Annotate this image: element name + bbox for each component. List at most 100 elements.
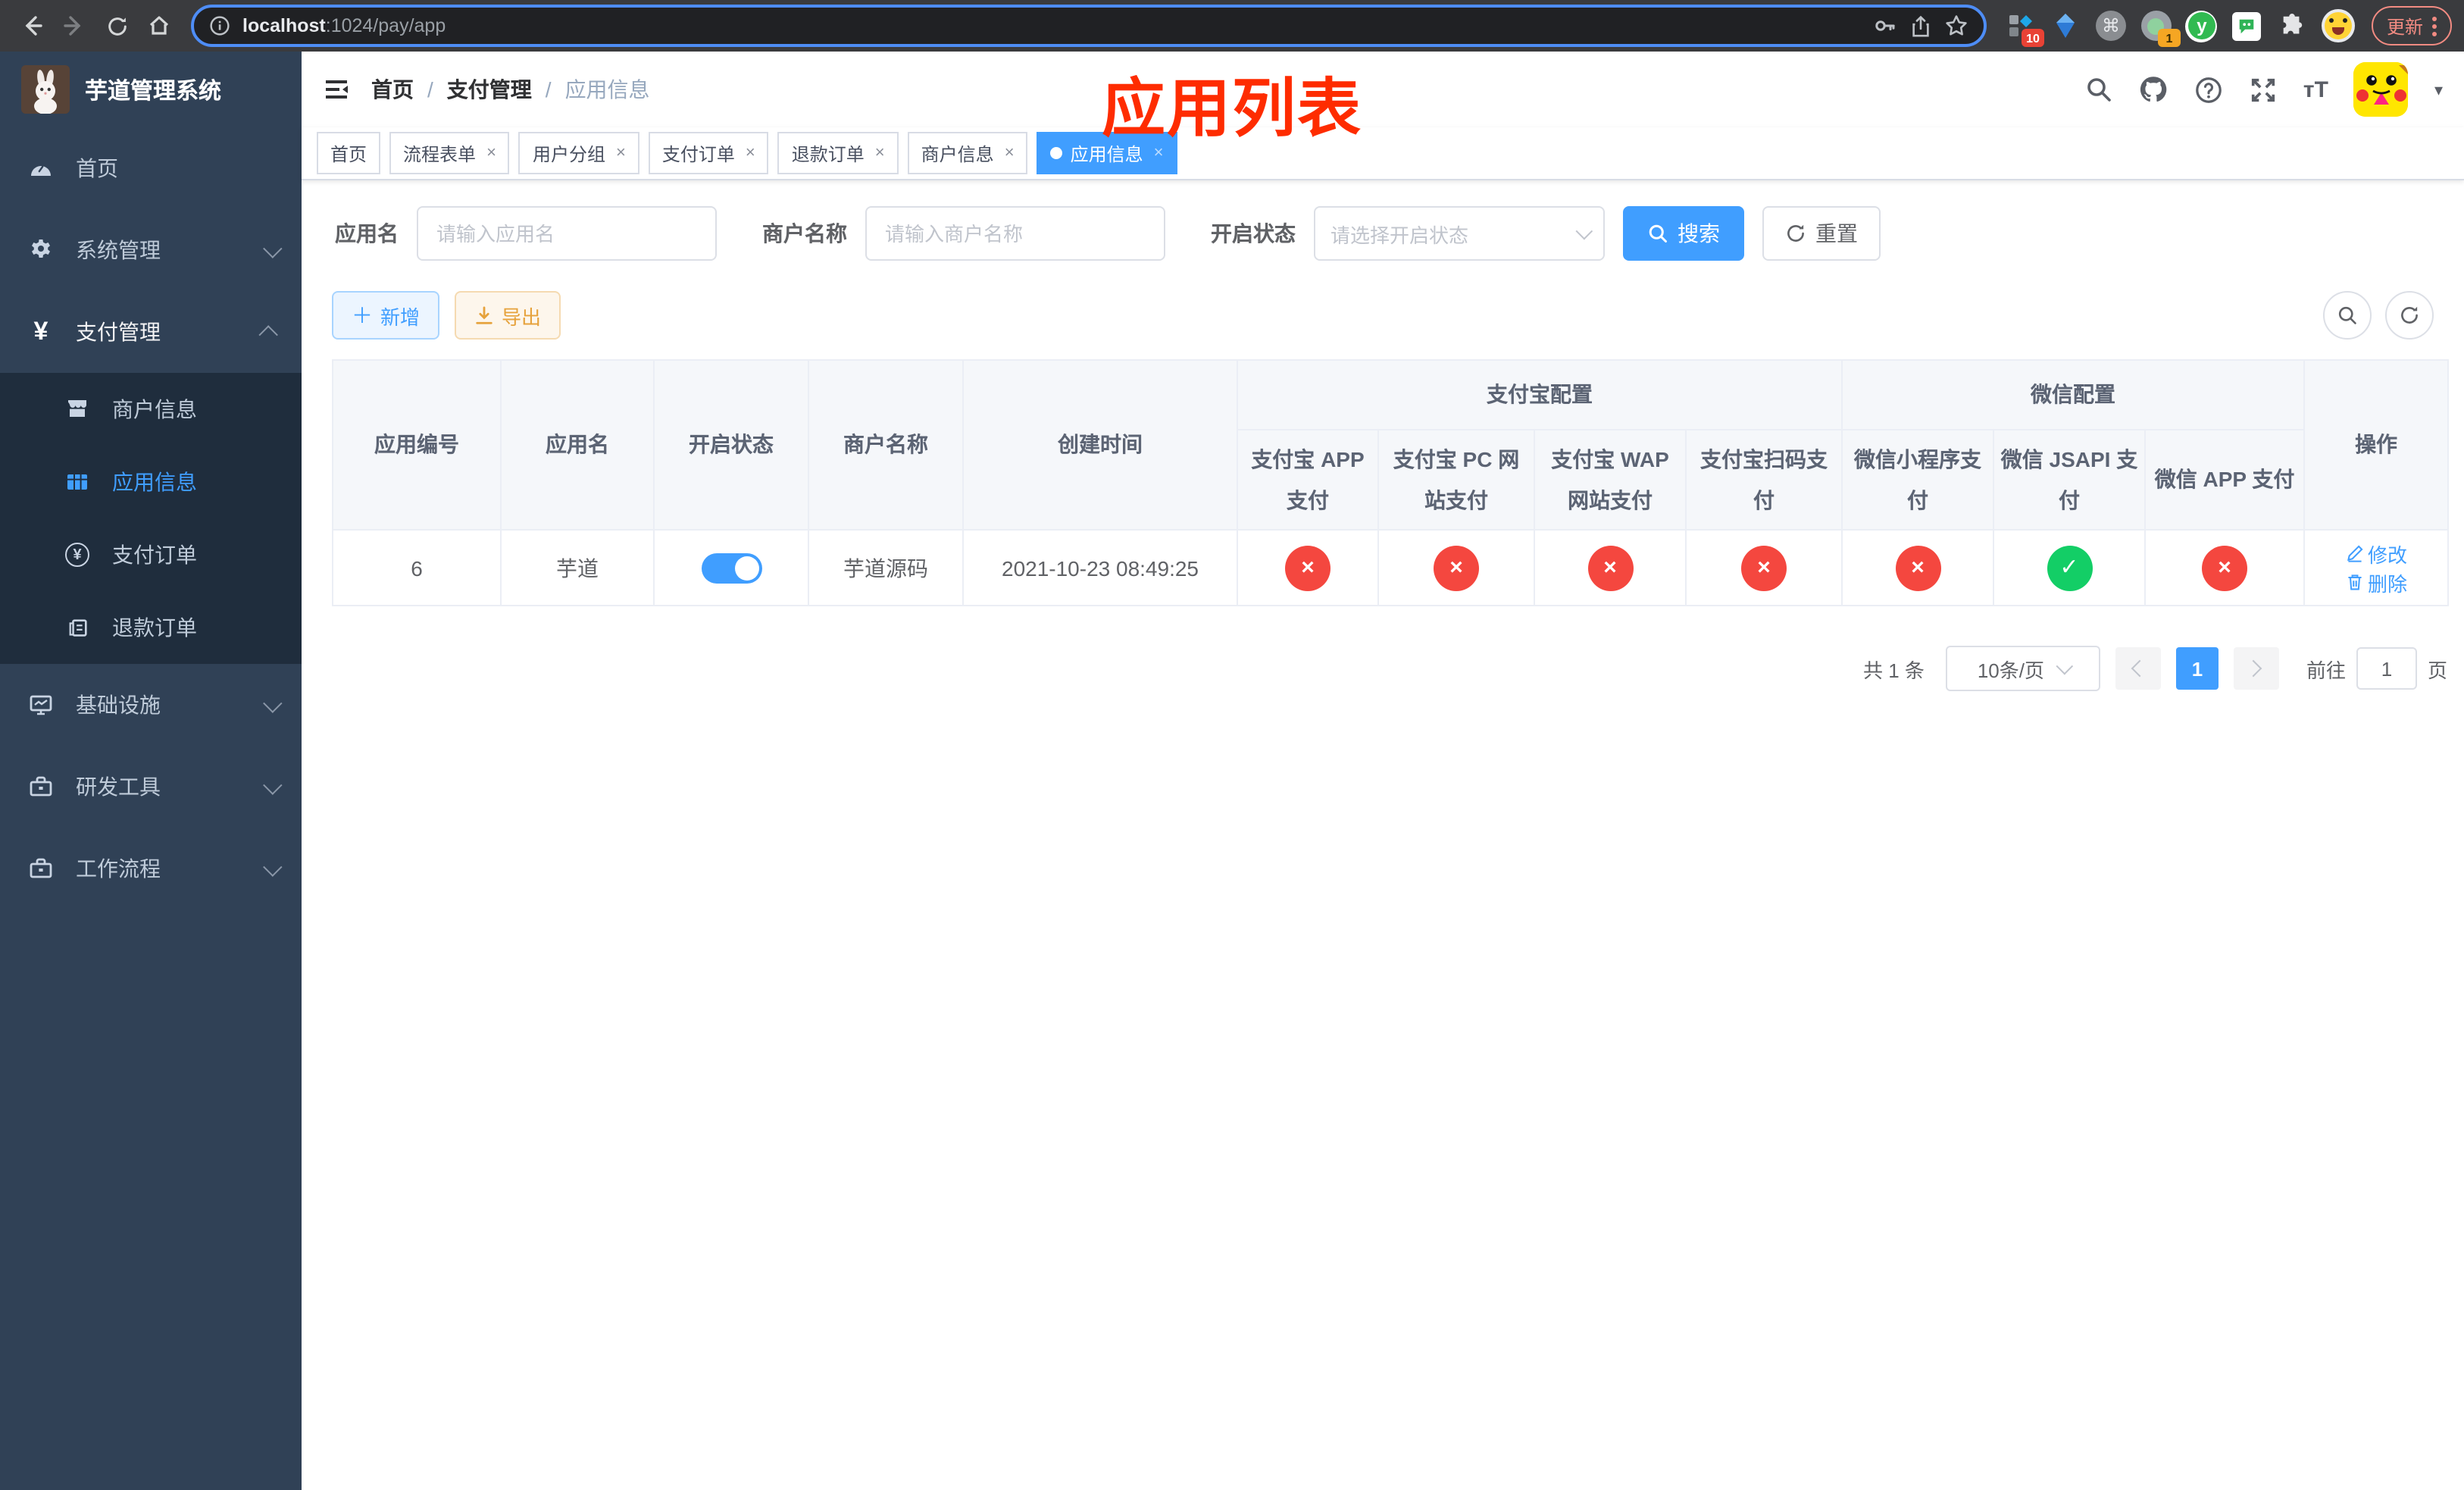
tab-close-icon[interactable]: ×	[486, 144, 496, 162]
sidebar-item-home[interactable]: 首页	[0, 127, 302, 209]
goto-page-input[interactable]	[2356, 647, 2417, 690]
plus-icon: ＋	[352, 303, 373, 327]
status-select[interactable]: 请选择开启状态	[1314, 206, 1605, 261]
breadcrumb-home[interactable]: 首页	[371, 74, 414, 105]
tab-close-icon[interactable]: ×	[746, 144, 755, 162]
tab-label: 支付订单	[661, 143, 735, 164]
col-merchant: 商户名称	[808, 358, 964, 531]
tab-close-icon[interactable]: ×	[1005, 144, 1015, 162]
tab[interactable]: 流程表单 ×	[389, 132, 510, 174]
app-name-label: 应用名	[335, 221, 399, 246]
app-grid-icon	[61, 470, 94, 494]
forward-icon[interactable]	[55, 6, 94, 45]
trash-icon	[2347, 574, 2361, 590]
status-x-icon: ×	[1895, 545, 1940, 591]
delete-label: 删除	[2368, 572, 2408, 596]
sidebar-item-refund-order[interactable]: 退款订单	[0, 591, 302, 664]
search-icon[interactable]	[2085, 76, 2112, 103]
status-x-icon: ×	[1741, 545, 1787, 591]
status-toggle[interactable]	[701, 552, 761, 584]
tab[interactable]: 支付订单 ×	[648, 132, 769, 174]
share-icon[interactable]	[1909, 14, 1932, 37]
status-x-icon: ×	[2202, 545, 2248, 591]
extension-gem-icon[interactable]	[2047, 8, 2084, 44]
extension-tabgroups-icon[interactable]: 10	[2002, 8, 2044, 47]
gear-icon	[24, 238, 58, 262]
col-group-wechat: 微信配置	[1840, 359, 2306, 430]
status-check-icon: ✓	[2047, 545, 2092, 591]
font-size-icon[interactable]: ᴛT	[2303, 77, 2328, 102]
app-logo[interactable]: 芋道管理系统	[0, 52, 302, 127]
help-icon[interactable]	[2194, 75, 2223, 104]
tab[interactable]: 商户信息 ×	[907, 132, 1028, 174]
page-number-button[interactable]: 1	[2175, 647, 2219, 690]
refresh-button[interactable]	[2385, 291, 2434, 340]
caret-down-icon[interactable]: ▾	[2434, 80, 2443, 99]
sidebar-item-system[interactable]: 系统管理	[0, 209, 302, 291]
table-toolbar: ＋ 新增 导出	[332, 291, 2434, 340]
tab-close-icon[interactable]: ×	[875, 144, 885, 162]
sidebar-item-pay-order[interactable]: ¥ 支付订单	[0, 518, 302, 591]
extensions-puzzle-icon[interactable]	[2275, 8, 2311, 44]
app-name-input[interactable]	[417, 206, 717, 261]
profile-avatar[interactable]	[2320, 8, 2356, 44]
bookmark-star-icon[interactable]	[1944, 14, 1968, 38]
back-icon[interactable]	[12, 6, 52, 45]
reset-button-label: 重置	[1815, 221, 1858, 246]
active-tab-dot	[1050, 147, 1063, 159]
command-glyph: ⌘	[2095, 11, 2126, 41]
merchant-name-input[interactable]	[865, 206, 1165, 261]
sidebar-item-workflow[interactable]: 工作流程	[0, 828, 302, 909]
tab-label: 商户信息	[921, 143, 994, 164]
extension-badge: 1	[2157, 29, 2181, 47]
reset-button[interactable]: 重置	[1762, 206, 1881, 261]
sidebar-item-app-info[interactable]: 应用信息	[0, 446, 302, 518]
export-button-label: 导出	[502, 305, 542, 328]
url-bar[interactable]: localhost:1024/pay/app	[191, 5, 1987, 47]
fullscreen-icon[interactable]	[2249, 75, 2278, 104]
document-icon	[61, 616, 94, 639]
search-button[interactable]: 搜索	[1623, 206, 1744, 261]
browser-menu-icon[interactable]	[2432, 16, 2437, 36]
extension-command-icon[interactable]: ⌘	[2093, 8, 2129, 44]
password-key-icon[interactable]	[1873, 14, 1897, 38]
add-button[interactable]: ＋ 新增	[332, 291, 440, 340]
site-info-icon[interactable]	[209, 15, 230, 36]
extension-tally-icon[interactable]: 1	[2138, 8, 2181, 47]
export-button[interactable]: 导出	[455, 291, 561, 340]
tab-label: 用户分组	[532, 143, 605, 164]
tab-close-icon[interactable]: ×	[616, 144, 626, 162]
sidebar-item-devtools[interactable]: 研发工具	[0, 746, 302, 828]
delete-link[interactable]: 删除	[2345, 568, 2407, 596]
sidebar-item-infra[interactable]: 基础设施	[0, 664, 302, 746]
github-icon[interactable]	[2138, 74, 2169, 105]
tab[interactable]: 首页	[317, 132, 381, 174]
payment-submenu: 商户信息 应用信息 ¥ 支付订单 退款订单	[0, 373, 302, 664]
app-title: 芋道管理系统	[85, 78, 222, 104]
tab[interactable]: 用户分组 ×	[518, 132, 639, 174]
next-page-button[interactable]	[2233, 647, 2279, 690]
show-search-toggle-button[interactable]	[2323, 291, 2372, 340]
col-group-alipay: 支付宝配置	[1237, 359, 1843, 430]
url-text[interactable]: localhost:1024/pay/app	[242, 15, 1861, 36]
extension-yuque-icon[interactable]: y	[2184, 8, 2220, 44]
cell-merchant: 芋道源码	[808, 529, 964, 607]
col-actions: 操作	[2303, 358, 2450, 531]
chevron-down-icon	[263, 238, 283, 258]
breadcrumb-section[interactable]: 支付管理	[447, 74, 532, 105]
prev-page-button[interactable]	[2115, 647, 2161, 690]
update-label: 更新	[2386, 16, 2423, 37]
tab[interactable]: 退款订单 ×	[777, 132, 899, 174]
sidebar-collapse-icon[interactable]	[323, 76, 350, 103]
browser-update-button[interactable]: 更新	[2371, 6, 2452, 45]
page-size-select[interactable]: 10条/页	[1945, 646, 2100, 692]
status-label: 开启状态	[1211, 221, 1296, 246]
chevron-down-icon	[263, 856, 283, 876]
edit-link[interactable]: 修改	[2345, 539, 2407, 568]
sidebar-item-payment[interactable]: ¥ 支付管理	[0, 291, 302, 373]
user-avatar[interactable]	[2353, 62, 2409, 117]
sidebar-item-merchant-info[interactable]: 商户信息	[0, 373, 302, 446]
extension-chat-icon[interactable]	[2229, 8, 2265, 44]
home-icon[interactable]	[139, 6, 179, 45]
reload-icon[interactable]	[97, 6, 136, 45]
